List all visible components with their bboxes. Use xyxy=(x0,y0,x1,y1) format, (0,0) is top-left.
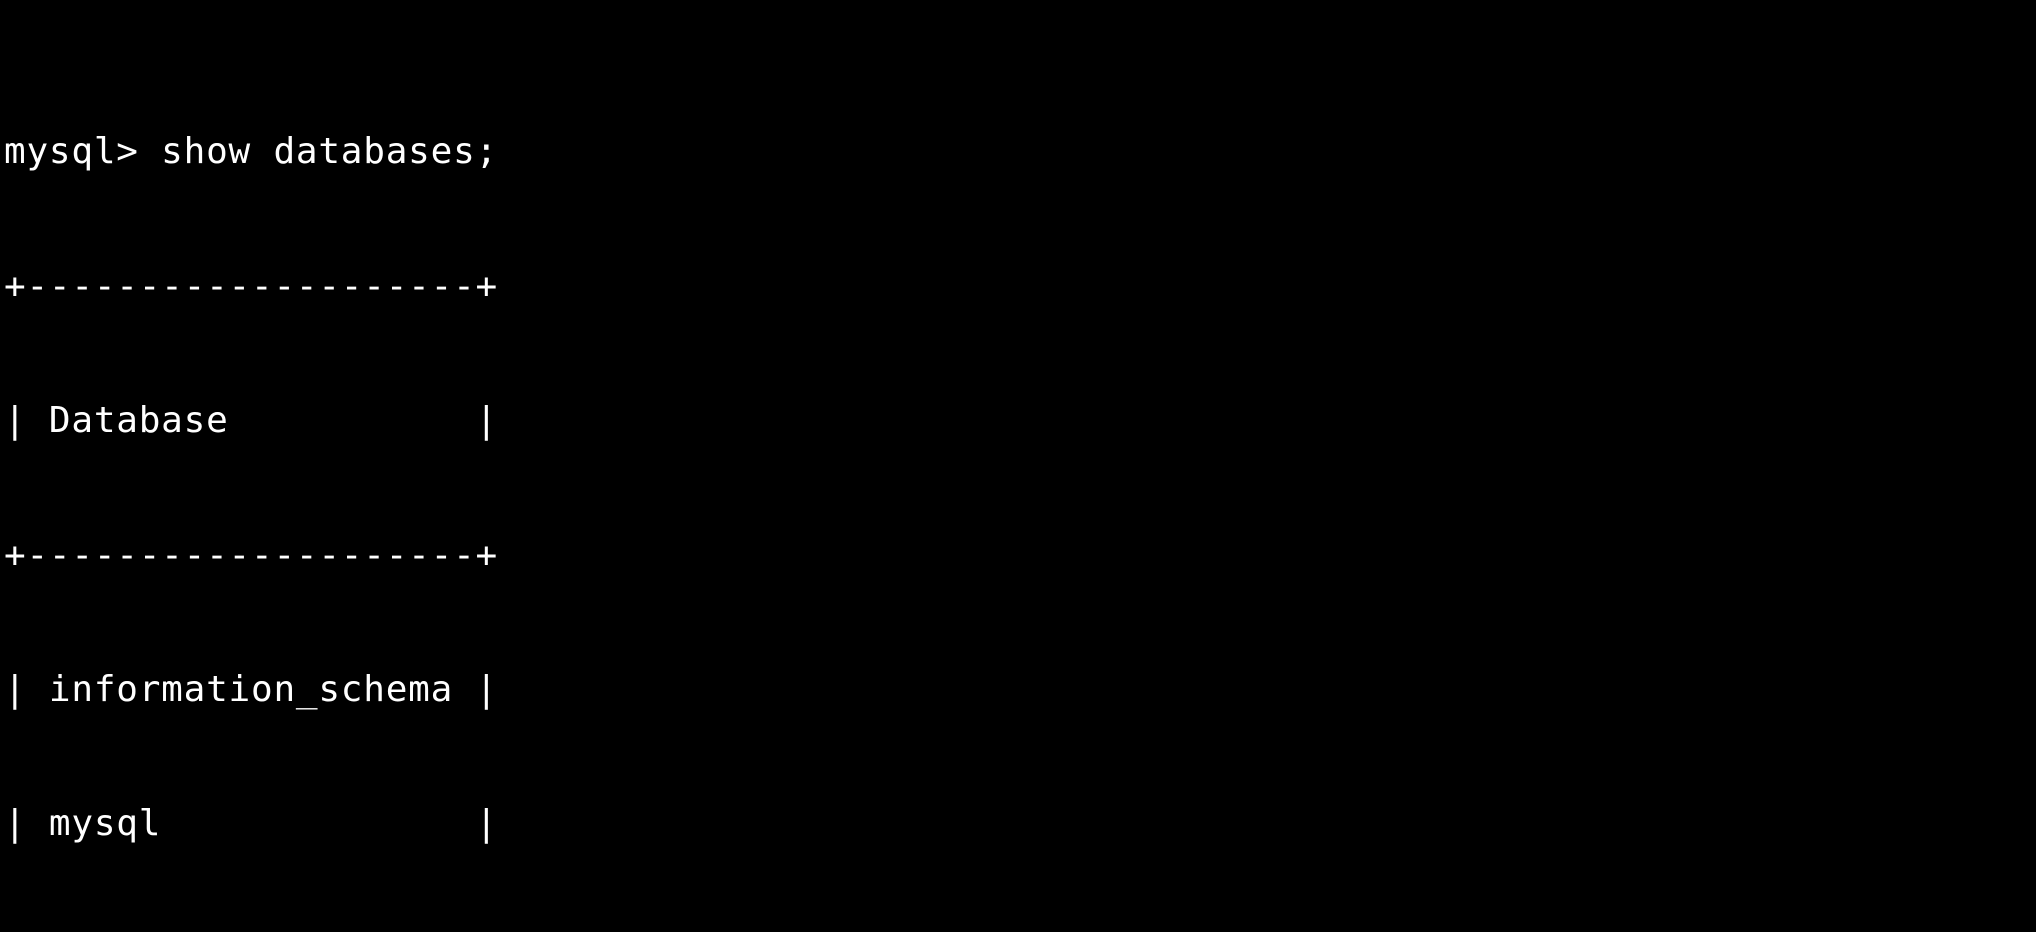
terminal-line-table-row: | information_schema | xyxy=(4,668,498,710)
terminal-line-table-header: | Database | xyxy=(4,400,498,442)
terminal-line-table-row: | mysql | xyxy=(4,803,498,845)
terminal-line-table-border: +--------------------+ xyxy=(4,534,498,576)
terminal-line-table-border: +--------------------+ xyxy=(4,265,498,307)
terminal-screen: mysql> show databases; +----------------… xyxy=(4,0,1486,932)
terminal-line-command: mysql> show databases; xyxy=(4,131,498,173)
terminal-window[interactable]: mysql> show databases; +----------------… xyxy=(0,0,2036,932)
